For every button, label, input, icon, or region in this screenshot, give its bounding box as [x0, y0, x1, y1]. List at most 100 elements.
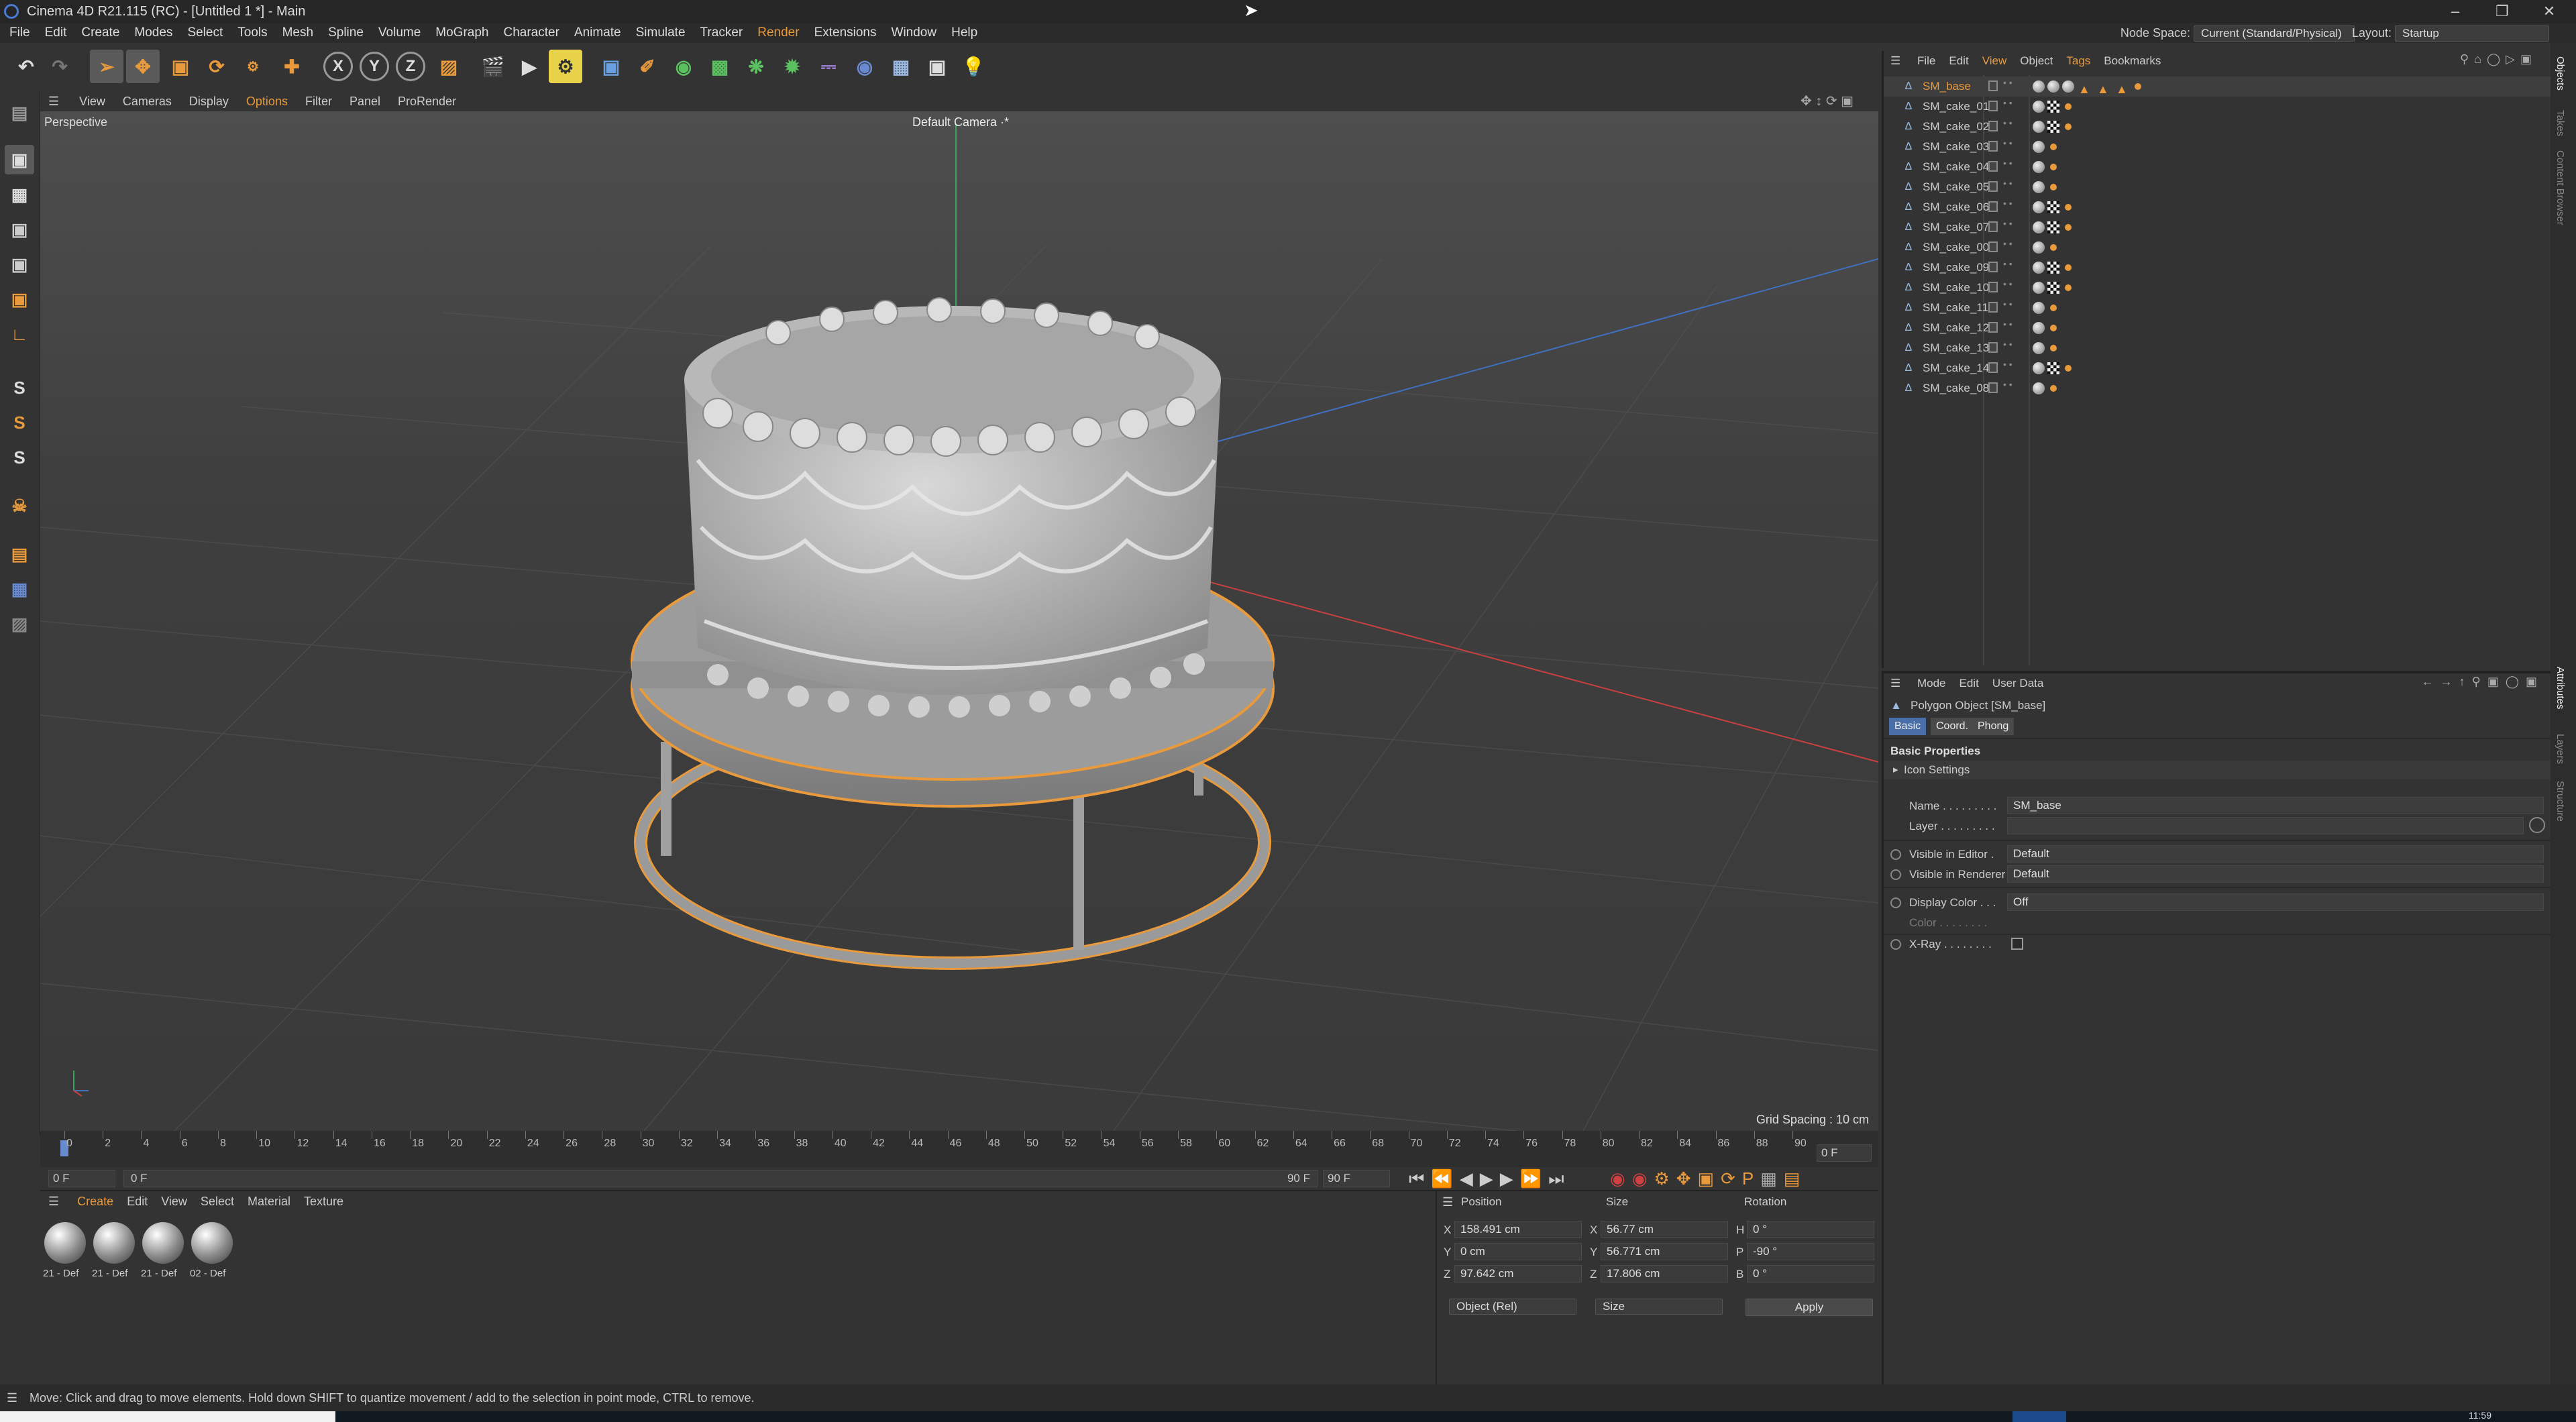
right-tab-content-browser[interactable]: Content Browser — [2555, 150, 2566, 225]
material-menu-view[interactable]: View — [154, 1191, 194, 1211]
key-controls[interactable]: ◉◉⚙✥▣⟳P▦▤ — [1610, 1168, 1807, 1189]
array-icon[interactable]: ✹ — [775, 50, 809, 83]
redo-icon[interactable]: ↷ — [43, 50, 76, 83]
object-row[interactable]: ∆ SM_cake_14 • • — [1884, 358, 2553, 378]
current-frame-field[interactable]: 0 F — [1817, 1144, 1872, 1162]
workplane-icon[interactable]: ▤ — [5, 539, 34, 569]
material-tag-icon[interactable] — [2033, 322, 2045, 334]
coord-rot-field[interactable]: -90 ° — [1747, 1243, 1874, 1260]
make-editable-icon[interactable]: ▤ — [5, 98, 34, 127]
material-swatch[interactable]: 21 - Def — [43, 1222, 87, 1282]
phong-tag-icon[interactable] — [2050, 144, 2057, 150]
texture-mode-icon[interactable]: ▦ — [5, 180, 34, 209]
polygons-mode-icon[interactable]: ▣ — [5, 284, 34, 314]
object-row[interactable]: ∆ SM_cake_05 • • — [1884, 177, 2553, 197]
object-menu-object[interactable]: Object — [2013, 51, 2059, 71]
viewport-hamburger-icon[interactable]: ☰ — [40, 91, 67, 111]
cube-primitive-icon[interactable]: ▣ — [594, 50, 628, 83]
uv-tag-icon[interactable] — [2047, 101, 2059, 113]
object-manager-tools[interactable]: ⚲⌂◯▷▣ — [2460, 52, 2537, 66]
visibility-toggle-icon[interactable] — [1988, 262, 1998, 272]
viewport-menu-prorender[interactable]: ProRender — [389, 91, 465, 111]
visible-renderer-dropdown[interactable]: Default — [2007, 865, 2544, 883]
visibility-toggle-icon[interactable] — [1988, 201, 1998, 212]
material-tag-icon[interactable] — [2033, 201, 2045, 213]
phong-tag-icon[interactable] — [2065, 264, 2072, 271]
menu-simulate[interactable]: Simulate — [629, 23, 693, 43]
coord-pos-field[interactable]: 97.642 cm — [1454, 1265, 1582, 1282]
camera-icon[interactable]: ▣ — [920, 50, 954, 83]
cloner-icon[interactable]: ❋ — [739, 50, 773, 83]
material-hamburger-icon[interactable]: ☰ — [40, 1191, 67, 1211]
material-swatch[interactable]: 02 - Def — [190, 1222, 234, 1282]
object-menu-tags[interactable]: Tags — [2059, 51, 2097, 71]
material-tag-icon[interactable] — [2033, 282, 2045, 294]
render-view-icon[interactable]: 🎬 — [476, 50, 510, 83]
menu-character[interactable]: Character — [496, 23, 566, 43]
model-mode-icon[interactable]: ▣ — [5, 145, 34, 174]
taskbar-active-app[interactable] — [2012, 1411, 2066, 1422]
close-icon[interactable]: ✕ — [2529, 0, 2569, 23]
phong-tag-icon[interactable] — [2065, 103, 2072, 110]
object-row[interactable]: ∆ SM_cake_00 • • — [1884, 237, 2553, 258]
menu-select[interactable]: Select — [180, 23, 230, 43]
menu-file[interactable]: File — [0, 23, 38, 43]
menu-animate[interactable]: Animate — [567, 23, 629, 43]
viewport-menu-cameras[interactable]: Cameras — [114, 91, 180, 111]
pen-spline-icon[interactable]: ✐ — [631, 50, 664, 83]
viewport-menu-options[interactable]: Options — [237, 91, 297, 111]
object-hamburger-icon[interactable]: ☰ — [1884, 51, 1907, 71]
go-to-start-icon[interactable]: ⏮ — [1409, 1168, 1431, 1189]
layer-dots-icon[interactable]: • • — [2003, 219, 2012, 228]
material-menu-create[interactable]: Create — [70, 1191, 120, 1211]
cake-model[interactable] — [684, 297, 1221, 718]
uv-tag-icon[interactable] — [2047, 221, 2059, 233]
material-menu-material[interactable]: Material — [241, 1191, 297, 1211]
uv-tag-icon[interactable] — [2047, 201, 2059, 213]
animate-dot-icon[interactable] — [1890, 939, 1901, 950]
material-tag-icon[interactable] — [2033, 382, 2045, 394]
visibility-toggle-icon[interactable] — [1988, 221, 1998, 232]
object-row[interactable]: ∆ SM_cake_11 • • — [1884, 298, 2553, 318]
menu-tracker[interactable]: Tracker — [693, 23, 751, 43]
phong-tag-icon[interactable] — [2050, 385, 2057, 392]
layout-dropdown[interactable]: Startup — [2395, 25, 2549, 42]
layer-dots-icon[interactable]: • • — [2003, 78, 2012, 87]
attribute-tab-coord[interactable]: Coord. — [1931, 718, 1974, 735]
right-tab-attributes[interactable]: Attributes — [2555, 667, 2566, 709]
phong-tag-icon[interactable] — [2050, 164, 2057, 170]
visibility-toggle-icon[interactable] — [1988, 282, 1998, 292]
viewport-menu-display[interactable]: Display — [180, 91, 237, 111]
object-row[interactable]: ∆ SM_base • • ▲ ▲ ▲ — [1884, 76, 2553, 97]
autokey-icon[interactable]: ◉ — [1632, 1168, 1654, 1189]
floor-environment-icon[interactable]: ▦ — [884, 50, 918, 83]
layer-dots-icon[interactable]: • • — [2003, 118, 2012, 127]
object-row[interactable]: ∆ SM_cake_12 • • — [1884, 318, 2553, 338]
phong-tag-icon[interactable] — [2050, 345, 2057, 351]
layer-dots-icon[interactable]: • • — [2003, 199, 2012, 208]
minimize-icon[interactable]: – — [2435, 0, 2475, 23]
phong-tag-icon[interactable] — [2050, 305, 2057, 311]
end-frame-field[interactable]: 90 F — [1323, 1170, 1390, 1187]
prev-frame-icon[interactable]: ◀ — [1460, 1168, 1480, 1189]
menu-volume[interactable]: Volume — [371, 23, 428, 43]
key-pla-icon[interactable]: ▦ — [1760, 1168, 1784, 1189]
animate-dot-icon[interactable] — [1890, 897, 1901, 908]
xray-checkbox[interactable] — [2011, 938, 2023, 950]
right-tab-takes[interactable]: Takes — [2555, 110, 2566, 136]
menu-mograph[interactable]: MoGraph — [428, 23, 496, 43]
layer-dots-icon[interactable]: • • — [2003, 138, 2012, 148]
x-axis-lock-button[interactable]: X — [323, 52, 353, 81]
layer-dots-icon[interactable]: • • — [2003, 178, 2012, 188]
attribute-menu-user-data[interactable]: User Data — [1986, 673, 2051, 694]
menu-tools[interactable]: Tools — [230, 23, 274, 43]
locked-workplane-icon[interactable]: ▦ — [5, 574, 34, 604]
material-tag-icon[interactable] — [2033, 221, 2045, 233]
keyframe-selection-icon[interactable]: ⚙ — [1654, 1168, 1676, 1189]
visibility-toggle-icon[interactable] — [1988, 181, 1998, 192]
material-tag-icon[interactable] — [2047, 80, 2059, 93]
frame-range-slider[interactable]: 0 F 90 F — [123, 1170, 1318, 1187]
render-settings-icon[interactable]: ⚙ — [549, 50, 582, 83]
animate-dot-icon[interactable] — [1890, 869, 1901, 880]
start-frame-field[interactable]: 0 F — [48, 1170, 115, 1187]
